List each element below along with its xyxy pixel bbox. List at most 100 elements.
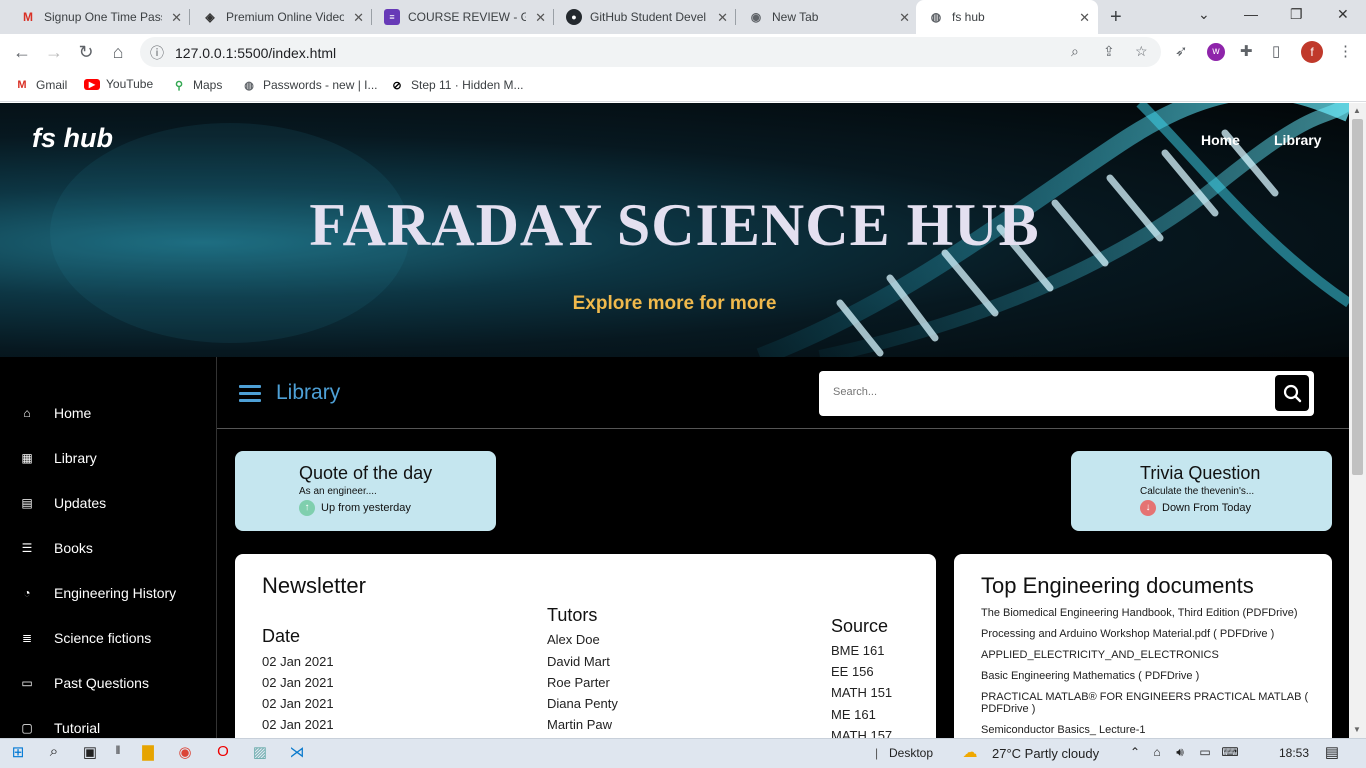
url-text[interactable]: 127.0.0.1:5500/index.html (175, 45, 336, 61)
tab-new-tab[interactable]: ◉ New Tab ✕ (728, 0, 918, 34)
sidebar-item-tutorial[interactable]: ▢ Tutorial (20, 720, 100, 736)
tab-signup[interactable]: M Signup One Time Pass ✕ (0, 0, 190, 34)
tab-premium-video[interactable]: ◈ Premium Online Video ✕ (182, 0, 372, 34)
close-icon[interactable]: ✕ (171, 10, 182, 26)
tab-title: fs hub (952, 10, 985, 24)
profile-avatar[interactable]: f (1301, 41, 1323, 63)
tab-course-review[interactable]: ≡ COURSE REVIEW - Go ✕ (364, 0, 554, 34)
close-icon[interactable]: ✕ (535, 10, 546, 26)
windows-start-icon[interactable]: ⊞ (6, 743, 30, 761)
quote-card[interactable]: Quote of the day As an engineer.... ↑ Up… (235, 451, 496, 531)
tab-fs-hub[interactable]: ◍ fs hub ✕ (916, 0, 1098, 34)
battery-icon[interactable]: ▭ (1193, 745, 1217, 759)
task-view-icon[interactable]: ▣ (78, 743, 102, 761)
share-icon[interactable]: ⇪ (1103, 43, 1115, 60)
opera-icon[interactable]: O (211, 743, 235, 760)
sidebar-item-label: Engineering History (54, 585, 177, 601)
menu-kebab-icon[interactable]: ⋮ (1338, 42, 1353, 60)
extensions-puzzle-icon[interactable]: ✚ (1240, 42, 1253, 60)
nav-library-link[interactable]: Library (1274, 132, 1321, 148)
app-icon[interactable]: ▨ (248, 743, 272, 761)
nav-home-link[interactable]: Home (1201, 132, 1240, 148)
sidebar-item-label: Updates (54, 495, 107, 511)
forward-icon[interactable]: → (43, 42, 65, 63)
tab-title: COURSE REVIEW - Go (408, 10, 526, 24)
table-cell-tutor: Diana Penty (547, 696, 618, 711)
document-link[interactable]: APPLIED_ELECTRICITY_AND_ELECTRONICS (981, 649, 1311, 661)
bookmark-passwords[interactable]: ◍ Passwords - new | I... (241, 77, 377, 93)
bookmark-step-11[interactable]: ⊘ Step 11 · Hidden M... (389, 77, 524, 93)
close-icon[interactable]: ✕ (1079, 10, 1090, 26)
tab-github[interactable]: ● GitHub Student Devel ✕ (546, 0, 736, 34)
clock-time[interactable]: 18:53 (1279, 746, 1309, 760)
scrollbar-thumb[interactable] (1352, 119, 1363, 475)
sidebar-item-past-questions[interactable]: ▭ Past Questions (20, 675, 149, 691)
zoom-icon[interactable]: ⌕ (1071, 43, 1079, 60)
scroll-up-icon[interactable]: ▲ (1353, 106, 1361, 115)
trend-label: Up from yesterday (321, 502, 411, 514)
bookmark-gmail[interactable]: M Gmail (14, 77, 67, 93)
bookmark-star-icon[interactable]: ☆ (1135, 43, 1148, 60)
table-cell-tutor: David Mart (547, 654, 610, 669)
keyboard-icon[interactable]: ⌨ (1218, 745, 1242, 759)
document-link[interactable]: The Biomedical Engineering Handbook, Thi… (981, 607, 1311, 619)
divider-icon: ‖ (115, 743, 121, 757)
trivia-card[interactable]: Trivia Question Calculate the thevenin's… (1071, 451, 1332, 531)
document-link[interactable]: PRACTICAL MATLAB® FOR ENGINEERS PRACTICA… (981, 691, 1311, 715)
site-brand[interactable]: fs hub (32, 123, 113, 154)
rocket-icon[interactable]: ➶ (1175, 42, 1188, 60)
hamburger-menu-icon[interactable] (239, 385, 261, 402)
desktop-toolbar-label[interactable]: Desktop (889, 746, 933, 760)
side-panel-icon[interactable]: ▯ (1272, 42, 1280, 60)
search-button[interactable] (1275, 375, 1309, 411)
weather-icon: ☁ (962, 744, 978, 761)
chevron-up-icon[interactable]: ⌃ (1123, 745, 1147, 759)
github-icon: ● (566, 9, 582, 25)
address-bar[interactable]: ⓘ 127.0.0.1:5500/index.html ⌕ ⇪ ☆ (140, 37, 1161, 67)
sidebar-item-updates[interactable]: ▤ Updates (20, 495, 106, 511)
table-cell-source: MATH 157 (831, 728, 893, 738)
network-icon[interactable]: ⌂ (1145, 745, 1169, 759)
sidebar-item-home[interactable]: ⌂ Home (20, 405, 91, 421)
close-icon[interactable]: ✕ (353, 10, 364, 26)
info-icon[interactable]: ⓘ (150, 43, 164, 63)
search-input[interactable] (833, 386, 1253, 398)
sidebar: ⌂ Home ▦ Library ▤ Updates ☰ Books ◔ Eng… (0, 357, 215, 738)
document-link[interactable]: Processing and Arduino Workshop Material… (981, 628, 1311, 640)
scroll-down-icon[interactable]: ▼ (1353, 725, 1361, 734)
sidebar-item-library[interactable]: ▦ Library (20, 450, 96, 466)
sidebar-item-books[interactable]: ☰ Books (20, 540, 93, 556)
notifications-icon[interactable]: ▤ (1320, 743, 1344, 761)
tab-search-icon[interactable]: ⌄ (1198, 6, 1210, 23)
reload-icon[interactable]: ↻ (75, 42, 97, 63)
main-content: Library Quote of the day As an engineer.… (216, 357, 1349, 738)
restore-icon[interactable]: ❐ (1290, 6, 1303, 23)
back-icon[interactable]: ← (11, 42, 33, 63)
bookmark-label: YouTube (106, 77, 154, 91)
bookmark-label: Step 11 · Hidden M... (411, 78, 524, 92)
sidebar-item-science-fictions[interactable]: ≣ Science fictions (20, 630, 151, 646)
bookmark-maps[interactable]: ⚲ Maps (171, 77, 222, 93)
search-icon[interactable]: ⌕ (42, 743, 66, 760)
home-icon[interactable]: ⌂ (107, 42, 129, 63)
hero-title: FARADAY SCIENCE HUB (309, 192, 1040, 258)
bookmark-youtube[interactable]: ▶ YouTube (84, 77, 153, 91)
page-scrollbar[interactable]: ▲ ▼ (1349, 103, 1366, 738)
close-icon[interactable]: ✕ (717, 10, 728, 26)
weather-text[interactable]: 27°C Partly cloudy (992, 746, 1099, 761)
file-explorer-icon[interactable]: ▇ (136, 743, 160, 761)
close-icon[interactable]: ✕ (899, 10, 910, 26)
minimize-icon[interactable]: — (1244, 6, 1258, 22)
step-icon: ⊘ (392, 79, 402, 92)
sidebar-item-engineering-history[interactable]: ◔ Engineering History (20, 585, 176, 601)
volume-icon[interactable]: 🔊︎ (1168, 745, 1192, 760)
document-link[interactable]: Semiconductor Basics_ Lecture-1 (981, 724, 1311, 736)
window-close-icon[interactable]: ✕ (1337, 6, 1349, 23)
new-tab-button[interactable]: + (1110, 6, 1122, 29)
vscode-icon[interactable]: ⋊ (285, 743, 309, 761)
document-link[interactable]: Basic Engineering Mathematics ( PDFDrive… (981, 670, 1311, 682)
chrome-icon[interactable]: ◉ (173, 743, 197, 761)
table-cell-source: BME 161 (831, 643, 885, 658)
extension-w-icon[interactable]: w (1207, 43, 1225, 61)
gmail-icon: M (23, 10, 33, 24)
